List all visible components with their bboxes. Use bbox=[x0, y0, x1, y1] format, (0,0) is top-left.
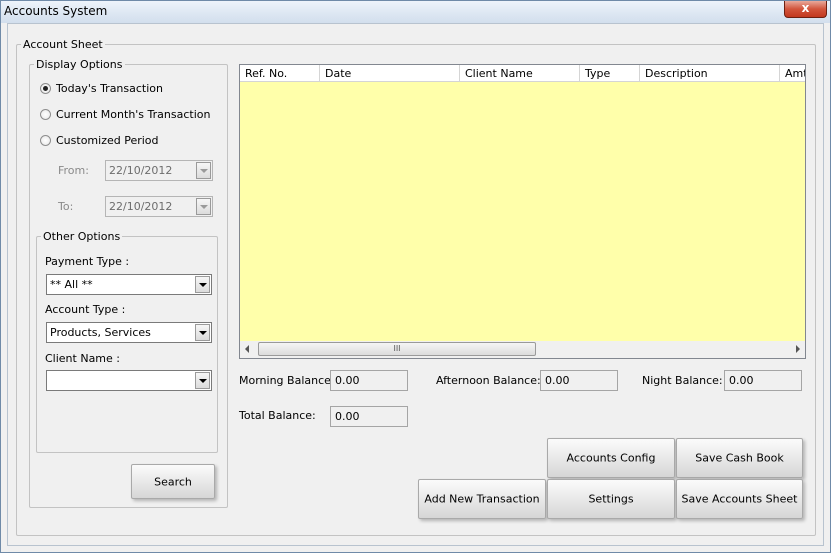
close-button[interactable]: x bbox=[784, 1, 827, 18]
other-options-legend: Other Options bbox=[43, 230, 121, 243]
display-options-legend: Display Options bbox=[36, 58, 123, 71]
column-header-date[interactable]: Date bbox=[320, 65, 460, 82]
accounts-config-button-label: Accounts Config bbox=[566, 451, 656, 465]
night-balance-label: Night Balance: bbox=[642, 374, 723, 387]
settings-button[interactable]: Settings bbox=[547, 479, 675, 519]
afternoon-balance-label: Afternoon Balance: bbox=[436, 374, 541, 387]
client-name-label: Client Name : bbox=[45, 352, 120, 365]
scroll-right-icon[interactable] bbox=[796, 345, 800, 353]
accounts-config-button[interactable]: Accounts Config bbox=[547, 438, 675, 478]
search-button-label: Search bbox=[154, 475, 192, 488]
client-name-select[interactable] bbox=[46, 370, 212, 391]
client-area: Account Sheet Display Options Today's Tr… bbox=[7, 23, 824, 546]
save-cash-book-button[interactable]: Save Cash Book bbox=[676, 438, 803, 478]
scrollbar-thumb[interactable]: III bbox=[258, 342, 536, 356]
accounts-window: Accounts System x Account Sheet Display … bbox=[0, 0, 831, 553]
morning-balance-label: Morning Balance: bbox=[239, 374, 335, 387]
radio-current-month-transaction[interactable]: Current Month's Transaction bbox=[40, 108, 210, 121]
column-header-description[interactable]: Description bbox=[640, 65, 780, 82]
radio-todays-transaction[interactable]: Today's Transaction bbox=[40, 82, 163, 95]
settings-button-label: Settings bbox=[588, 492, 634, 506]
window-title: Accounts System bbox=[4, 4, 108, 18]
account-type-select[interactable]: Products, Services bbox=[46, 322, 212, 343]
radio-customized-period[interactable]: Customized Period bbox=[40, 134, 159, 147]
chevron-down-icon[interactable] bbox=[196, 198, 211, 215]
scroll-left-icon[interactable] bbox=[245, 345, 249, 353]
payment-type-value: ** All ** bbox=[50, 278, 93, 291]
radio-label: Current Month's Transaction bbox=[56, 108, 211, 121]
column-header-client-name[interactable]: Client Name bbox=[460, 65, 580, 82]
column-header-amt[interactable]: Amt bbox=[780, 65, 805, 82]
payment-type-label: Payment Type : bbox=[45, 255, 130, 268]
total-balance-field: 0.00 bbox=[330, 406, 408, 427]
grid-header: Ref. No. Date Client Name Type Descripti… bbox=[240, 65, 805, 82]
night-balance-field: 0.00 bbox=[724, 370, 802, 391]
save-accounts-sheet-button-label: Save Accounts Sheet bbox=[681, 492, 798, 506]
from-date-picker[interactable]: 22/10/2012 bbox=[105, 160, 213, 181]
chevron-down-icon[interactable] bbox=[195, 276, 210, 293]
column-header-ref-no[interactable]: Ref. No. bbox=[240, 65, 320, 82]
title-bar[interactable]: Accounts System x bbox=[1, 1, 830, 23]
chevron-down-icon[interactable] bbox=[195, 372, 210, 389]
radio-label: Today's Transaction bbox=[56, 82, 163, 95]
horizontal-scrollbar[interactable]: III bbox=[240, 341, 805, 358]
radio-label: Customized Period bbox=[56, 134, 159, 147]
account-type-label: Account Type : bbox=[45, 303, 126, 316]
search-button[interactable]: Search bbox=[131, 464, 215, 499]
add-new-transaction-button[interactable]: Add New Transaction bbox=[418, 479, 546, 519]
afternoon-balance-field: 0.00 bbox=[540, 370, 618, 391]
chevron-down-icon[interactable] bbox=[195, 324, 210, 341]
payment-type-select[interactable]: ** All ** bbox=[46, 274, 212, 295]
from-date-value: 22/10/2012 bbox=[109, 164, 173, 177]
close-icon[interactable]: x bbox=[802, 1, 810, 15]
radio-unselected-icon[interactable] bbox=[40, 109, 51, 120]
column-header-type[interactable]: Type bbox=[580, 65, 640, 82]
to-date-picker[interactable]: 22/10/2012 bbox=[105, 196, 213, 217]
radio-selected-icon[interactable] bbox=[40, 83, 51, 94]
to-date-value: 22/10/2012 bbox=[109, 200, 173, 213]
to-label: To: bbox=[58, 200, 74, 213]
save-accounts-sheet-button[interactable]: Save Accounts Sheet bbox=[676, 479, 803, 519]
from-label: From: bbox=[58, 164, 89, 177]
account-sheet-legend: Account Sheet bbox=[23, 38, 103, 51]
save-cash-book-button-label: Save Cash Book bbox=[695, 451, 784, 465]
radio-unselected-icon[interactable] bbox=[40, 135, 51, 146]
total-balance-label: Total Balance: bbox=[239, 409, 316, 422]
account-type-value: Products, Services bbox=[50, 326, 151, 339]
transactions-grid[interactable]: Ref. No. Date Client Name Type Descripti… bbox=[239, 64, 806, 359]
morning-balance-field: 0.00 bbox=[330, 370, 408, 391]
add-new-transaction-button-label: Add New Transaction bbox=[424, 492, 540, 506]
chevron-down-icon[interactable] bbox=[196, 162, 211, 179]
